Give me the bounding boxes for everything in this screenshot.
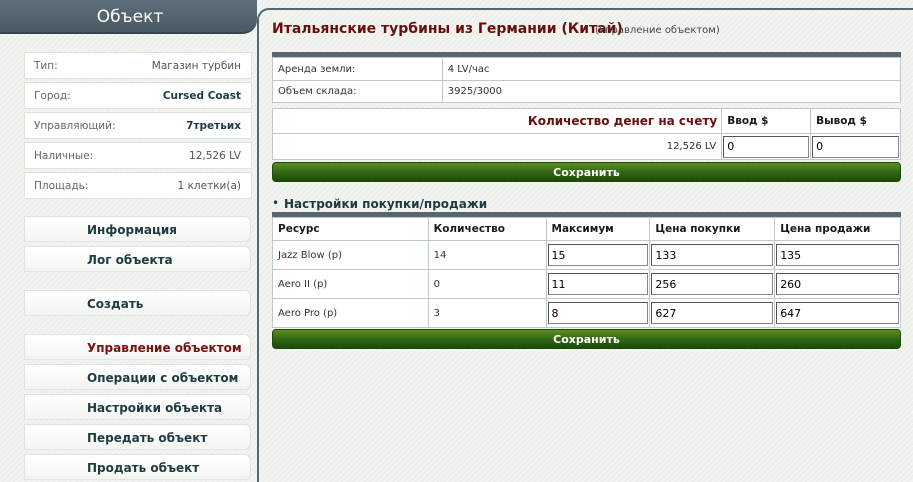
buy-price-input[interactable] — [651, 302, 774, 324]
page-title: Итальянские турбины из Германии (Китай) — [272, 21, 623, 37]
trade-table: Ресурс Количество Максимум Цена покупки … — [272, 217, 901, 328]
table-row: Количество денег на счету Ввод $ Вывод $ — [271, 108, 901, 134]
table-row: Aero Pro (р) 3 — [272, 298, 901, 328]
save-button[interactable]: Сохранить — [272, 162, 901, 182]
detail-label: Объем склада: — [272, 80, 443, 103]
withdraw-cell — [810, 133, 901, 160]
table-row: Jazz Blow (р) 14 — [272, 240, 901, 270]
info-type: Тип: Магазин турбин — [24, 52, 252, 79]
detail-value: 4 LV/час — [441, 57, 902, 81]
table-header-row: Ресурс Количество Максимум Цена покупки … — [272, 217, 901, 241]
deposit-header: Ввод $ — [721, 108, 812, 134]
money-label: Количество денег на счету — [271, 108, 723, 134]
detail-value: 3925/3000 — [441, 80, 902, 103]
info-city: Город: Cursed Coast — [24, 82, 252, 109]
save-button-label: Сохранить — [553, 333, 620, 346]
max-cell — [545, 240, 651, 270]
resource-name: Aero Pro (р) — [272, 298, 429, 328]
menu-item-info[interactable]: Информация — [24, 216, 251, 242]
sell-cell — [774, 240, 901, 270]
sell-price-input[interactable] — [776, 244, 899, 266]
bullet-icon: • — [272, 196, 280, 210]
info-label: Город: — [34, 90, 71, 102]
max-cell — [545, 269, 651, 299]
withdraw-header: Вывод $ — [810, 108, 901, 134]
info-value: Магазин турбин — [151, 60, 241, 72]
details-table: Аренда земли: 4 LV/час Объем склада: 392… — [272, 57, 902, 103]
resource-quantity: 14 — [427, 240, 547, 270]
info-value: 12,526 LV — [189, 150, 241, 162]
menu-item-manage[interactable]: Управление объектом — [24, 334, 251, 360]
max-cell — [545, 298, 651, 328]
menu-item-label: Создать — [87, 297, 144, 311]
deposit-cell — [721, 133, 812, 160]
menu-item-label: Продать объект — [87, 461, 200, 475]
balance-value: 12,526 LV — [271, 133, 723, 160]
max-input[interactable] — [547, 302, 649, 324]
buy-cell — [649, 269, 776, 299]
menu-item-sell[interactable]: Продать объект — [24, 454, 251, 480]
info-cash: Наличные: 12,526 LV — [24, 142, 252, 169]
sidebar: Объект Тип: Магазин турбин Город: Cursed… — [0, 0, 257, 482]
buy-cell — [649, 240, 776, 270]
menu-item-label: Настройки объекта — [87, 401, 223, 415]
save-button-label: Сохранить — [553, 166, 620, 179]
withdraw-input[interactable] — [812, 135, 899, 158]
resource-name: Aero II (р) — [272, 269, 429, 299]
column-header: Цена продажи — [774, 217, 901, 241]
menu-item-log[interactable]: Лог объекта — [24, 246, 251, 272]
menu-item-label: Операции с объектом — [87, 371, 239, 385]
sell-price-input[interactable] — [776, 302, 899, 324]
sidebar-title: Объект — [96, 7, 164, 27]
max-input[interactable] — [547, 273, 649, 295]
column-header: Количество — [427, 217, 547, 241]
resource-name: Jazz Blow (р) — [272, 240, 429, 270]
menu-item-create[interactable]: Создать — [24, 290, 251, 316]
info-label: Наличные: — [34, 150, 94, 162]
page-subtitle: (Управление объектом) — [595, 25, 720, 36]
resource-quantity: 3 — [427, 298, 547, 328]
info-value: 1 клетки(а) — [177, 180, 241, 192]
info-manager: Управляющий: 7третьих — [24, 112, 252, 139]
info-label: Управляющий: — [34, 120, 116, 132]
max-input[interactable] — [547, 244, 649, 266]
info-label: Площадь: — [34, 180, 89, 192]
deposit-input[interactable] — [723, 135, 810, 158]
resource-quantity: 0 — [427, 269, 547, 299]
detail-label: Аренда земли: — [272, 57, 443, 81]
manager-link[interactable]: 7третьих — [186, 120, 241, 132]
menu-item-operations[interactable]: Операции с объектом — [24, 364, 251, 390]
city-link[interactable]: Cursed Coast — [163, 90, 241, 102]
column-header: Цена покупки — [649, 217, 776, 241]
sell-cell — [774, 298, 901, 328]
table-row: Аренда земли: 4 LV/час — [272, 57, 902, 81]
buy-price-input[interactable] — [651, 273, 774, 295]
column-header: Ресурс — [272, 217, 429, 241]
save-trade-button[interactable]: Сохранить — [272, 329, 901, 349]
sell-cell — [774, 269, 901, 299]
table-row: Aero II (р) 0 — [272, 269, 901, 299]
column-header: Максимум — [545, 217, 651, 241]
money-table: Количество денег на счету Ввод $ Вывод $… — [271, 108, 901, 160]
menu-item-label: Информация — [87, 223, 177, 237]
info-area: Площадь: 1 клетки(а) — [24, 172, 252, 199]
menu-item-label: Управление объектом — [87, 341, 242, 355]
table-row: Объем склада: 3925/3000 — [272, 80, 902, 103]
sidebar-header: Объект — [0, 0, 257, 34]
buy-price-input[interactable] — [651, 244, 774, 266]
section-title: Настройки покупки/продажи — [284, 197, 488, 211]
menu-item-label: Лог объекта — [87, 253, 173, 267]
sell-price-input[interactable] — [776, 273, 899, 295]
buy-cell — [649, 298, 776, 328]
menu-item-settings[interactable]: Настройки объекта — [24, 394, 251, 420]
info-label: Тип: — [34, 60, 58, 72]
menu-item-transfer[interactable]: Передать объект — [24, 424, 251, 450]
table-row: 12,526 LV — [271, 133, 901, 160]
menu-item-label: Передать объект — [87, 431, 208, 445]
